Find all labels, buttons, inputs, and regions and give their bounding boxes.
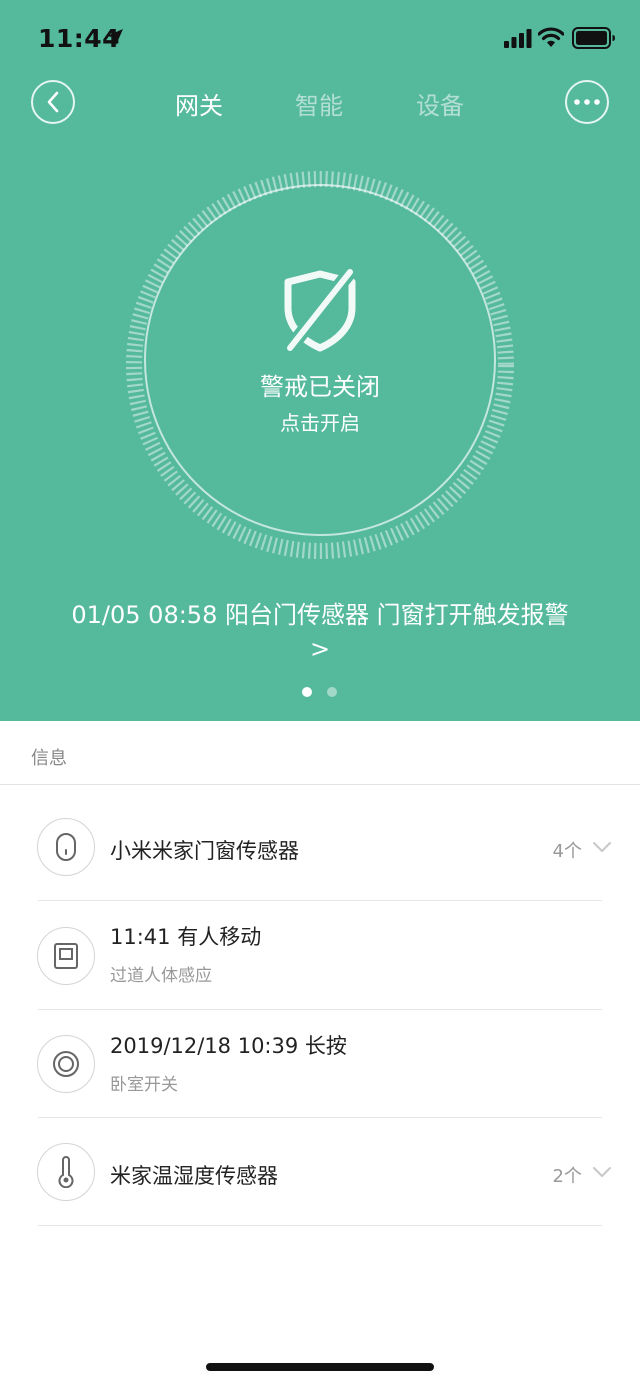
latest-alarm-event[interactable]: 01/05 08:58 阳台门传感器 门窗打开触发报警 > xyxy=(30,598,610,666)
dial-graphic xyxy=(126,171,514,559)
item-title: 米家温湿度传感器 xyxy=(110,1164,278,1188)
nav-tabs: 网关 智能 设备 xyxy=(0,86,640,120)
tab-gateway[interactable]: 网关 xyxy=(159,86,239,121)
chevron-down-icon xyxy=(593,842,611,852)
item-title: 11:41 有人移动 xyxy=(110,925,262,949)
list-item-wireless-switch[interactable]: 2019/12/18 10:39 长按 卧室开关 xyxy=(0,1010,640,1118)
shield-off-icon xyxy=(284,267,356,353)
chevron-down-icon xyxy=(593,1167,611,1177)
divider xyxy=(38,1225,602,1226)
motion-sensor-icon xyxy=(37,927,95,985)
divider xyxy=(0,784,640,785)
list-item-temp-humidity-sensor[interactable]: 米家温湿度传感器 2个 xyxy=(0,1118,640,1226)
alarm-hint: 点击开启 xyxy=(280,411,360,435)
more-button[interactable] xyxy=(565,80,609,124)
list-item-door-sensor[interactable]: 小米米家门窗传感器 4个 xyxy=(0,793,640,901)
home-indicator[interactable] xyxy=(206,1363,434,1371)
thermometer-icon xyxy=(37,1143,95,1201)
location-arrow-icon xyxy=(107,29,123,45)
item-title: 小米米家门窗传感器 xyxy=(110,839,299,863)
alarm-toggle-dial[interactable] xyxy=(120,165,520,565)
event-arrow: > xyxy=(309,635,331,663)
battery-icon xyxy=(572,27,615,49)
item-subtitle: 卧室开关 xyxy=(110,1075,178,1095)
list-item-motion-sensor[interactable]: 11:41 有人移动 过道人体感应 xyxy=(0,901,640,1009)
status-bar: 11:44 xyxy=(0,0,640,76)
item-subtitle: 过道人体感应 xyxy=(110,966,212,986)
wireless-switch-icon xyxy=(37,1035,95,1093)
door-sensor-icon xyxy=(37,818,95,876)
page-dot xyxy=(327,687,337,697)
wifi-icon xyxy=(538,27,564,47)
cellular-signal-icon xyxy=(504,29,532,48)
more-dots-icon xyxy=(574,99,600,105)
section-label: 信息 xyxy=(31,748,67,769)
alarm-status: 警戒已关闭 xyxy=(260,373,380,401)
event-description: 01/05 08:58 阳台门传感器 门窗打开触发报警 xyxy=(71,601,569,629)
tab-automation[interactable]: 智能 xyxy=(279,86,359,121)
page-dot xyxy=(302,687,312,697)
tab-devices[interactable]: 设备 xyxy=(400,86,480,121)
gateway-header: 11:44 网关 智能 设备 警戒已关闭 点击开启 01/05 08:58 阳台… xyxy=(0,0,640,721)
item-count: 2个 xyxy=(552,1166,582,1187)
item-count: 4个 xyxy=(552,841,582,862)
item-title: 2019/12/18 10:39 长按 xyxy=(110,1034,347,1058)
page-indicator xyxy=(0,687,640,697)
